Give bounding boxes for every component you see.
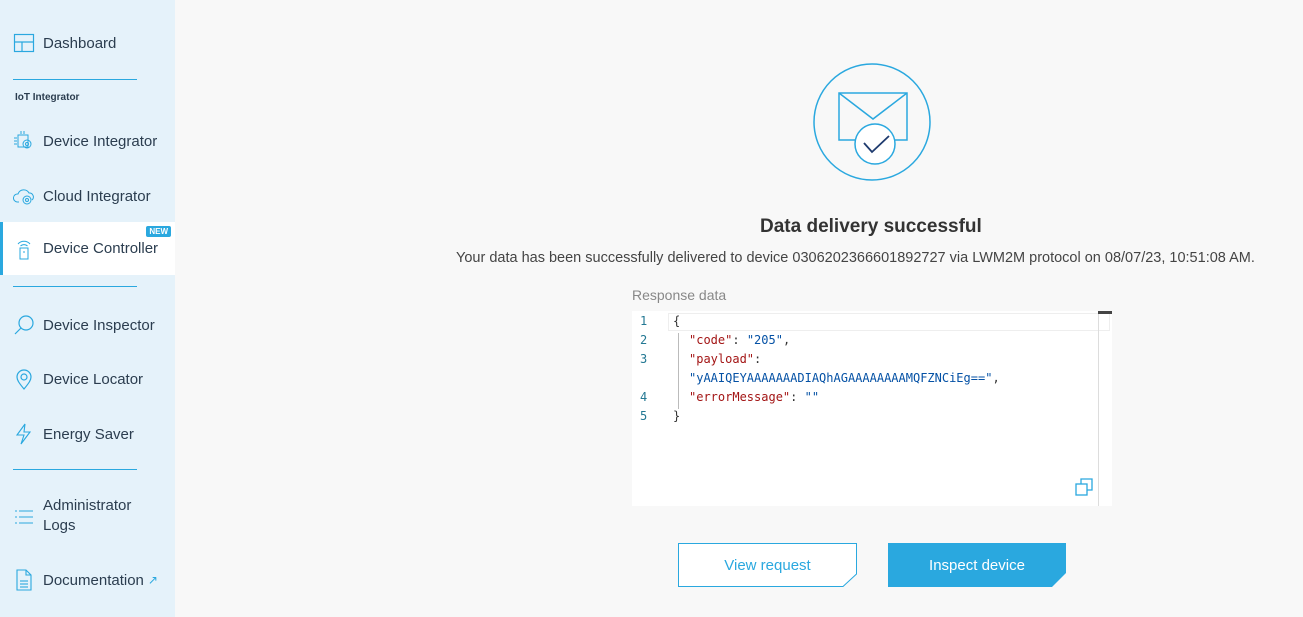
sidebar-item-device-integrator[interactable]: Device Integrator — [0, 128, 175, 154]
sidebar-item-label: Administrator Logs — [43, 497, 132, 534]
sidebar: Dashboard IoT Integrator Device Integrat… — [0, 0, 175, 617]
location-pin-icon — [13, 368, 35, 390]
sidebar-item-label: Dashboard — [43, 34, 117, 52]
sidebar-item-label: Cloud Integrator — [43, 187, 151, 205]
sidebar-divider — [13, 286, 137, 287]
new-badge: NEW — [146, 226, 171, 237]
current-line-highlight — [668, 313, 1110, 331]
search-icon — [13, 314, 35, 336]
external-link-icon: ↗ — [147, 573, 158, 587]
scrollbar-thumb[interactable] — [1098, 311, 1112, 314]
lightning-icon — [13, 423, 35, 445]
sidebar-item-dashboard[interactable]: Dashboard — [0, 30, 175, 56]
page-title: Data delivery successful — [760, 216, 982, 237]
sidebar-item-device-controller[interactable]: Device Controller NEW — [0, 222, 175, 275]
scrollbar-track[interactable] — [1098, 313, 1099, 506]
section-label: IoT Integrator — [15, 92, 80, 103]
dashboard-icon — [13, 32, 35, 54]
device-controller-icon — [13, 238, 35, 260]
sidebar-item-documentation[interactable]: Documentation ↗ — [0, 567, 175, 593]
sidebar-item-label: Device Integrator — [43, 132, 158, 150]
response-code-editor[interactable]: 1 { 2 "code": "205", 3 "payload": "yAAIQ… — [632, 311, 1112, 506]
sidebar-item-label: Energy Saver — [43, 425, 134, 443]
response-data-label: Response data — [632, 287, 727, 303]
success-message: Your data has been successfully delivere… — [456, 250, 1255, 266]
copy-icon[interactable] — [1074, 477, 1094, 497]
cloud-integrator-icon — [13, 185, 35, 207]
indent-guide — [678, 333, 679, 409]
sidebar-divider — [13, 79, 137, 80]
device-integrator-icon — [13, 130, 35, 152]
sidebar-item-label: Device Controller — [43, 240, 159, 257]
sidebar-item-label: Device Inspector — [43, 316, 155, 334]
inspect-device-button[interactable]: Inspect device — [888, 543, 1066, 587]
sidebar-item-device-locator[interactable]: Device Locator — [0, 366, 175, 392]
sidebar-item-label: Documentation — [43, 571, 144, 589]
sidebar-divider — [13, 469, 137, 470]
list-icon — [13, 506, 35, 528]
sidebar-item-energy-saver[interactable]: Energy Saver — [0, 421, 175, 447]
sidebar-item-device-inspector[interactable]: Device Inspector — [0, 312, 175, 338]
document-icon — [13, 569, 35, 591]
sidebar-item-label: Device Locator — [43, 370, 144, 388]
sidebar-item-administrator-logs[interactable]: Administrator Logs — [0, 496, 175, 538]
view-request-button[interactable]: View request — [678, 543, 857, 587]
sidebar-item-cloud-integrator[interactable]: Cloud Integrator — [0, 183, 175, 209]
mail-check-icon — [813, 63, 931, 181]
